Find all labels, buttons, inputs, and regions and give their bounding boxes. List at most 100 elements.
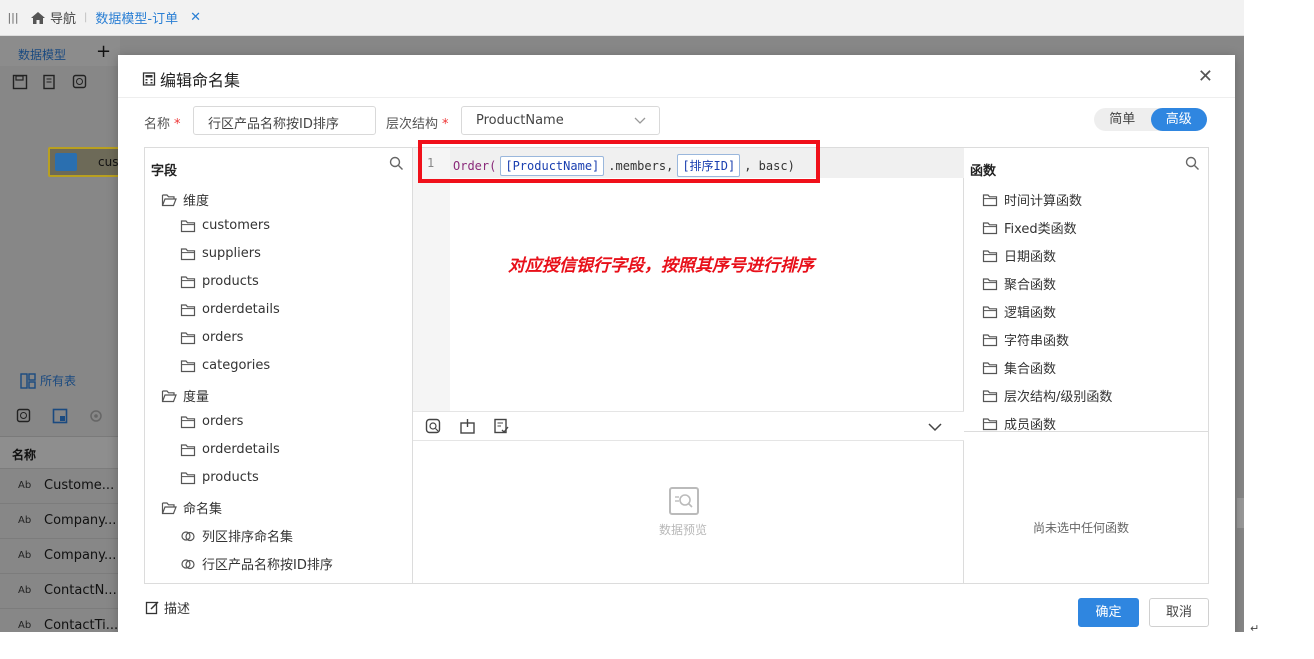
hierarchy-select[interactable]: ProductName	[461, 106, 660, 135]
tree-item[interactable]: orderdetails	[180, 442, 280, 457]
tree-item[interactable]: orderdetails	[180, 302, 280, 317]
functions-pane: 函数 时间计算函数 Fixed类函数 日期函数 聚合函数 逻辑函数 字符串函数 集合函数 层次…	[964, 148, 1208, 583]
format-icon[interactable]	[459, 418, 476, 435]
function-category[interactable]: 时间计算函数	[982, 190, 1082, 209]
search-icon[interactable]	[72, 74, 88, 90]
tree-item[interactable]: products	[180, 274, 259, 289]
top-nav-bar: ||| 导航 | 数据模型-订单 ✕	[0, 0, 1244, 36]
tree-item[interactable]: categories	[180, 358, 270, 373]
function-category[interactable]: Fixed类函数	[982, 218, 1077, 237]
function-category[interactable]: 集合函数	[982, 358, 1056, 377]
folder-icon	[982, 249, 998, 262]
function-category-label: 集合函数	[1004, 362, 1057, 377]
tree-item[interactable]: orders	[180, 330, 243, 345]
table-card-label: cus	[98, 155, 119, 169]
tree-item[interactable]: customers	[180, 218, 270, 233]
grid-icon	[20, 372, 36, 389]
code-editor[interactable]: 1 Order( [ProductName] .members, [排序ID] …	[413, 140, 964, 411]
function-category[interactable]: 层次结构/级别函数	[982, 386, 1112, 405]
folder-icon	[180, 471, 196, 484]
tree-item-label: orders	[202, 330, 244, 345]
folder-icon	[982, 277, 998, 290]
tab-data-model[interactable]: 数据模型	[18, 46, 66, 63]
column-header-label: 名称	[12, 448, 37, 462]
tree-item-label: suppliers	[202, 246, 261, 261]
search-icon[interactable]	[425, 418, 442, 435]
table-view-icon[interactable]	[52, 408, 68, 424]
mode-simple-option[interactable]: 简单	[1094, 108, 1151, 131]
paragraph-mark: ↵	[1250, 622, 1260, 635]
folder-icon	[982, 417, 998, 430]
description-link[interactable]: 描述	[145, 598, 190, 617]
tab-close-icon[interactable]: ✕	[190, 10, 201, 25]
name-field-label: 名称 *	[144, 113, 181, 132]
tree-group[interactable]: 维度	[161, 190, 209, 209]
search-icon[interactable]	[16, 408, 32, 424]
editor-panel: 字段 维度 customers suppliers products orderdeta…	[144, 140, 1209, 584]
tree-item-label: orderdetails	[202, 442, 280, 457]
folder-icon	[982, 361, 998, 374]
tree-group[interactable]: 命名集	[161, 498, 222, 517]
save-icon[interactable]	[12, 74, 28, 90]
table-row[interactable]: Ab Company...	[0, 503, 120, 538]
home-nav[interactable]: 导航	[30, 8, 76, 27]
tree-group-label: 度量	[183, 390, 210, 405]
tree-item[interactable]: 列区排序命名集	[180, 526, 293, 545]
search-icon[interactable]	[389, 156, 404, 171]
table-card[interactable]: cus	[48, 147, 120, 177]
function-category[interactable]: 聚合函数	[982, 274, 1056, 293]
hierarchy-label-text: 层次结构	[386, 117, 439, 132]
tree-item[interactable]: products	[180, 470, 259, 485]
tree-item[interactable]: 行区产品名称按ID排序	[180, 554, 333, 573]
check-syntax-icon[interactable]	[493, 418, 510, 435]
chevron-down-icon	[634, 117, 646, 124]
function-category-label: 聚合函数	[1004, 278, 1057, 293]
cancel-button[interactable]: 取消	[1149, 598, 1209, 627]
gear-icon[interactable]	[88, 408, 104, 424]
name-input[interactable]: 行区产品名称按ID排序	[193, 106, 376, 135]
fields-pane: 字段 维度 customers suppliers products orderdeta…	[145, 148, 413, 583]
folder-icon	[982, 305, 998, 318]
line-gutter: 1	[413, 148, 450, 411]
function-category[interactable]: 逻辑函数	[982, 302, 1056, 321]
folder-icon	[982, 389, 998, 402]
folder-icon	[180, 247, 196, 260]
calculator-icon	[142, 72, 156, 86]
menu-icon[interactable]: |||	[2, 11, 24, 24]
confirm-button[interactable]: 确定	[1078, 598, 1139, 627]
tree-item[interactable]: orders	[180, 414, 243, 429]
tree-item[interactable]: suppliers	[180, 246, 261, 261]
mode-advanced-option[interactable]: 高级	[1150, 108, 1207, 131]
tree-group[interactable]: 度量	[161, 386, 209, 405]
tab-data-model-orders[interactable]: 数据模型-订单	[95, 8, 178, 27]
tree-group-label: 命名集	[183, 502, 223, 517]
function-category[interactable]: 日期函数	[982, 246, 1056, 265]
chevron-down-icon[interactable]	[927, 421, 943, 433]
function-category-label: 字符串函数	[1004, 334, 1070, 349]
all-tables-link[interactable]: 所有表	[20, 372, 76, 389]
data-preview-area: 数据预览	[413, 441, 964, 583]
form-row: 名称 * 行区产品名称按ID排序 层次结构 * ProductName 简单 高级	[118, 105, 1235, 135]
function-category-label: Fixed类函数	[1004, 222, 1077, 237]
edit-doc-icon[interactable]	[42, 74, 58, 90]
close-icon[interactable]: ✕	[1198, 66, 1213, 87]
app-window: ||| 导航 | 数据模型-订单 ✕ 数据模型 + cus 所有表 名称 Ab …	[0, 0, 1244, 632]
table-row[interactable]: Ab Custome...	[0, 468, 120, 503]
table-row[interactable]: Ab ContactTi...	[0, 608, 120, 632]
tree-item-label: 行区产品名称按ID排序	[202, 558, 333, 573]
function-category[interactable]: 字符串函数	[982, 330, 1069, 349]
description-label: 描述	[164, 602, 191, 617]
search-icon[interactable]	[1185, 156, 1200, 171]
required-mark: *	[174, 117, 181, 132]
add-tab-icon[interactable]: +	[96, 41, 111, 62]
tree-item-label: orders	[202, 414, 244, 429]
function-category-label: 日期函数	[1004, 250, 1057, 265]
row-name: ContactTi...	[44, 618, 119, 632]
column-header: 名称	[0, 436, 120, 468]
fields-pane-title: 字段	[151, 164, 178, 179]
preview-label: 数据预览	[659, 523, 708, 537]
table-row[interactable]: Ab ContactN...	[0, 573, 120, 608]
table-row[interactable]: Ab Company...	[0, 538, 120, 573]
function-category[interactable]: 成员函数	[982, 414, 1056, 431]
folder-icon	[180, 303, 196, 316]
